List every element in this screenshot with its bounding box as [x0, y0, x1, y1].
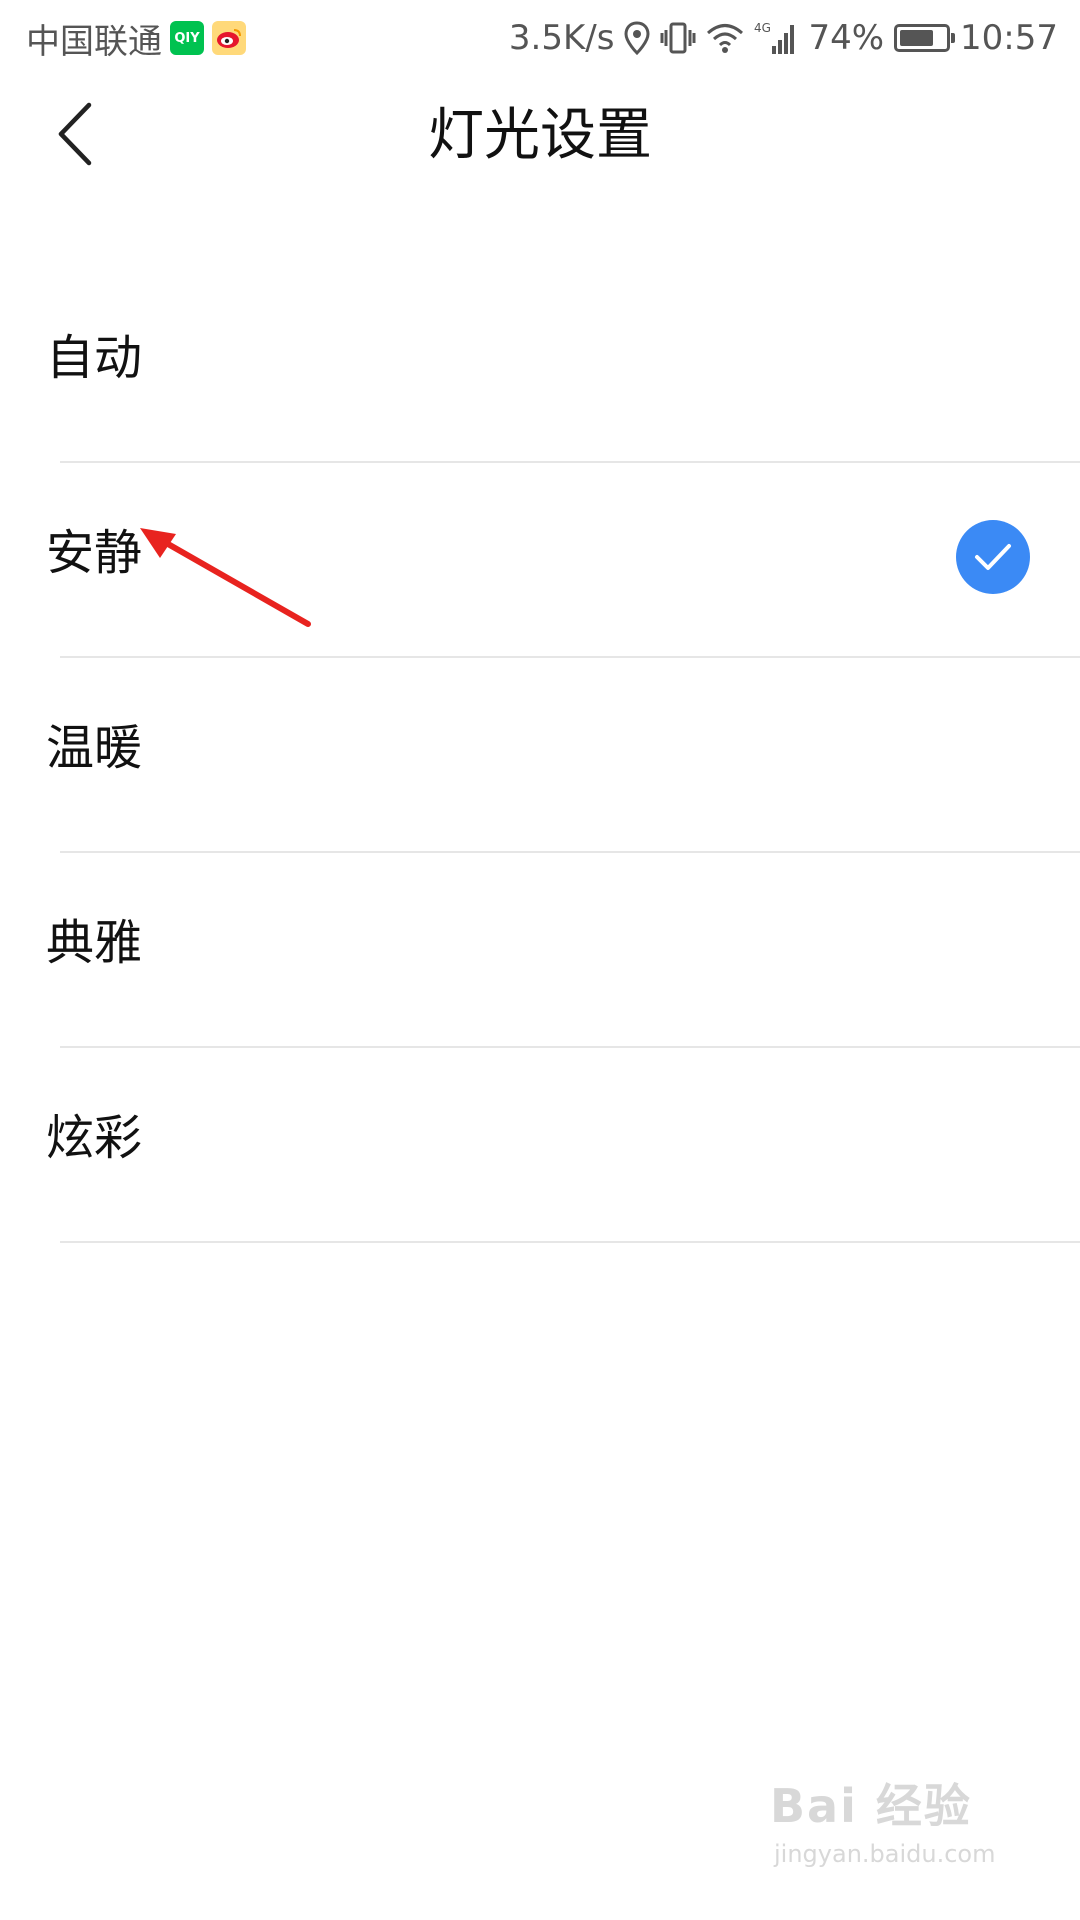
option-label: 自动	[46, 330, 143, 386]
option-colorful[interactable]: 炫彩	[0, 1048, 1080, 1243]
header: 灯光设置	[0, 76, 1080, 196]
battery-fill	[900, 30, 934, 46]
option-elegant[interactable]: 典雅	[0, 853, 1080, 1048]
option-auto[interactable]: 自动	[0, 268, 1080, 463]
divider	[60, 1241, 1080, 1243]
lighting-option-list: 自动 安静 温暖 典雅 炫彩	[0, 268, 1080, 1243]
option-label: 温暖	[46, 720, 143, 776]
baidu-jingyan-watermark: Bai 经验 jingyan.baidu.com	[770, 1770, 1030, 1880]
option-warm[interactable]: 温暖	[0, 658, 1080, 853]
screen: 中国联通 QIY 3.5K/s 4G 74% 10:57 灯光设置 自动 安静 …	[0, 0, 1080, 1920]
battery-percent: 74%	[808, 18, 885, 58]
location-icon	[624, 21, 650, 55]
weibo-icon	[212, 21, 246, 55]
signal-icon: 4G	[754, 20, 798, 56]
status-right: 3.5K/s 4G 74% 10:57	[509, 14, 1058, 62]
option-label: 炫彩	[46, 1110, 143, 1166]
watermark-url: jingyan.baidu.com	[774, 1840, 996, 1868]
network-speed: 3.5K/s	[508, 18, 615, 58]
option-label: 典雅	[46, 915, 143, 971]
page-title: 灯光设置	[428, 103, 652, 168]
carrier-name: 中国联通	[26, 21, 162, 62]
check-circle-icon	[956, 520, 1030, 594]
option-label: 安静	[46, 525, 143, 581]
network-type: 4G	[754, 21, 771, 35]
vibrate-icon	[660, 21, 696, 55]
iqiyi-badge-text: QIY	[174, 30, 200, 46]
wifi-icon	[706, 22, 744, 54]
status-bar: 中国联通 QIY 3.5K/s 4G 74% 10:57	[0, 0, 1080, 76]
battery-icon	[894, 24, 956, 52]
annotation-arrow	[140, 528, 311, 627]
status-time: 10:57	[960, 18, 1058, 58]
iqiyi-icon: QIY	[170, 21, 204, 55]
watermark-brand: Bai 经验	[770, 1779, 972, 1833]
status-left: 中国联通 QIY	[26, 14, 246, 62]
